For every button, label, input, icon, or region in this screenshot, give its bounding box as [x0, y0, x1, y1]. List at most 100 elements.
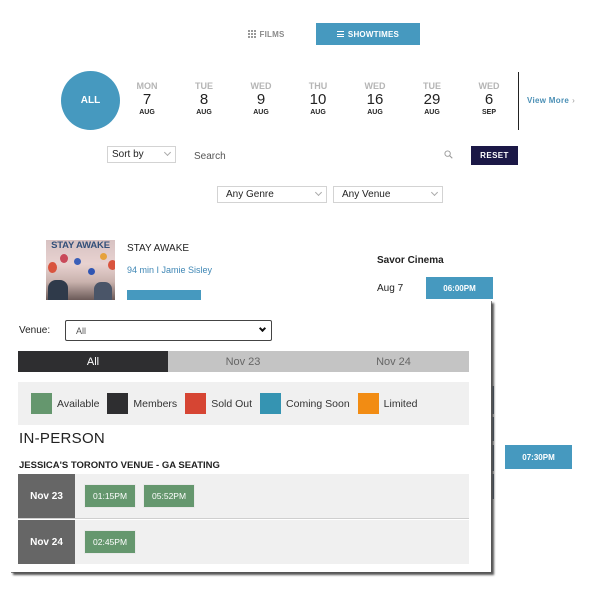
hidden-button-edge: [491, 386, 494, 414]
showtime-button[interactable]: 07:30PM: [505, 445, 572, 469]
date-all-button[interactable]: ALL: [61, 71, 120, 130]
balloon-shape: [48, 262, 57, 273]
date-item[interactable]: TUE 29 AUG: [412, 81, 452, 117]
tab-films[interactable]: FILMS: [232, 23, 300, 45]
legend-swatch: [107, 393, 129, 414]
film-poster[interactable]: STAY AWAKE: [46, 240, 115, 300]
genre-select[interactable]: Any Genre: [217, 186, 327, 203]
grid-icon: [247, 30, 256, 38]
reset-button[interactable]: RESET: [471, 146, 518, 165]
legend-swatch: [260, 393, 282, 414]
legend-label: Available: [57, 397, 100, 410]
legend-label: Sold Out: [211, 397, 253, 410]
chevron-down-icon: [163, 148, 172, 157]
date-day: 29: [423, 91, 441, 108]
sort-by-select[interactable]: Sort by: [107, 146, 176, 163]
date-strip-divider: [518, 72, 519, 130]
view-more-label: View More: [527, 96, 570, 105]
date-day: 6: [484, 91, 494, 108]
date-month: SEP: [481, 109, 496, 116]
hidden-button-edge: [491, 417, 494, 441]
hidden-button-edge: [491, 445, 494, 471]
schedule-date: Nov 23: [18, 474, 75, 518]
reset-label: RESET: [480, 151, 509, 160]
schedule-date: Nov 24: [18, 520, 75, 564]
chevron-down-icon: [314, 188, 323, 197]
genre-value: Any Genre: [226, 189, 274, 200]
status-legend: Available Members Sold Out Coming Soon L…: [18, 382, 469, 425]
schedule-times: 01:15PM 05:52PM: [84, 474, 202, 518]
tab-showtimes[interactable]: SHOWTIMES: [316, 23, 420, 45]
legend-label: Members: [133, 397, 178, 410]
legend-item-sold-out: Sold Out: [185, 393, 252, 414]
date-month: AUG: [310, 109, 326, 116]
legend-swatch: [185, 393, 207, 414]
time-slot-button[interactable]: 05:52PM: [143, 484, 196, 508]
date-month: AUG: [367, 109, 383, 116]
legend-item-members: Members: [107, 393, 177, 414]
poster-title: STAY AWAKE: [51, 240, 110, 251]
schedule-times: 02:45PM: [84, 520, 143, 564]
balloon-shape: [108, 260, 115, 270]
day-tab-label: Nov 24: [376, 355, 411, 368]
date-month: AUG: [424, 109, 440, 116]
legend-item-coming-soon: Coming Soon: [260, 393, 350, 414]
date-day: 7: [142, 91, 152, 108]
legend-item-limited: Limited: [357, 393, 418, 414]
list-icon: [336, 31, 344, 37]
legend-swatch: [31, 393, 52, 414]
date-day: 9: [256, 91, 266, 108]
day-tab-nov-24[interactable]: Nov 24: [318, 351, 469, 372]
section-title: IN-PERSON: [19, 430, 106, 447]
day-tab-nov-23[interactable]: Nov 23: [168, 351, 318, 372]
showtime-label: 07:30PM: [522, 452, 555, 462]
schedule-row: Nov 24 02:45PM: [18, 520, 469, 564]
showtimes-popup: Venue: All All Nov 23 Nov 24 Available M…: [10, 300, 491, 572]
film-title[interactable]: STAY AWAKE: [127, 243, 189, 254]
view-tabs: FILMS SHOWTIMES: [232, 23, 420, 45]
tab-showtimes-label: SHOWTIMES: [347, 29, 400, 39]
venue-filter-select[interactable]: Any Venue: [333, 186, 443, 203]
chevron-right-icon: ›: [572, 96, 576, 105]
cinema-name: Savor Cinema: [377, 255, 444, 266]
date-day: 16: [366, 91, 384, 108]
showtime-label: 06:00PM: [443, 283, 476, 293]
date-day: 8: [199, 91, 209, 108]
balloon-shape: [74, 258, 81, 265]
date-month: AUG: [139, 109, 155, 116]
time-slot-button[interactable]: 02:45PM: [84, 530, 137, 554]
time-slot-button[interactable]: 01:15PM: [84, 484, 137, 508]
sort-by-value: Sort by: [112, 149, 144, 160]
date-item[interactable]: WED 9 AUG: [241, 81, 281, 117]
legend-label: Limited: [383, 397, 418, 410]
date-item[interactable]: WED 16 AUG: [355, 81, 395, 117]
poster-figure: [94, 282, 112, 300]
date-item[interactable]: WED 6 SEP: [469, 81, 509, 117]
day-tab-all[interactable]: All: [18, 351, 168, 372]
search-icon[interactable]: [444, 150, 453, 159]
venue-heading: JESSICA'S TORONTO VENUE - GA SEATING: [19, 460, 220, 471]
balloon-shape: [60, 254, 68, 263]
film-meta: 94 min I Jamie Sisley: [127, 265, 213, 275]
balloon-shape: [100, 253, 107, 260]
date-day: 10: [309, 91, 327, 108]
date-month: AUG: [196, 109, 212, 116]
chevron-down-icon: [258, 324, 267, 333]
balloon-shape: [88, 268, 95, 275]
view-more-link[interactable]: View More ›: [527, 96, 575, 105]
showtime-button[interactable]: 06:00PM: [426, 277, 493, 299]
date-item[interactable]: TUE 8 AUG: [184, 81, 224, 117]
venue-label: Venue:: [19, 325, 51, 336]
schedule-row: Nov 23 01:15PM 05:52PM: [18, 474, 469, 519]
venue-select-value: All: [76, 325, 87, 336]
legend-label: Coming Soon: [286, 397, 350, 410]
venue-select[interactable]: All: [65, 320, 272, 341]
search-input[interactable]: Search: [194, 151, 226, 162]
date-month: AUG: [253, 109, 269, 116]
day-tabs: All Nov 23 Nov 24: [18, 351, 469, 372]
date-item[interactable]: THU 10 AUG: [298, 81, 338, 117]
hidden-button-edge: [491, 474, 494, 499]
tab-films-label: FILMS: [259, 29, 285, 39]
date-item[interactable]: MON 7 AUG: [127, 81, 167, 117]
date-all-label: ALL: [80, 95, 101, 106]
